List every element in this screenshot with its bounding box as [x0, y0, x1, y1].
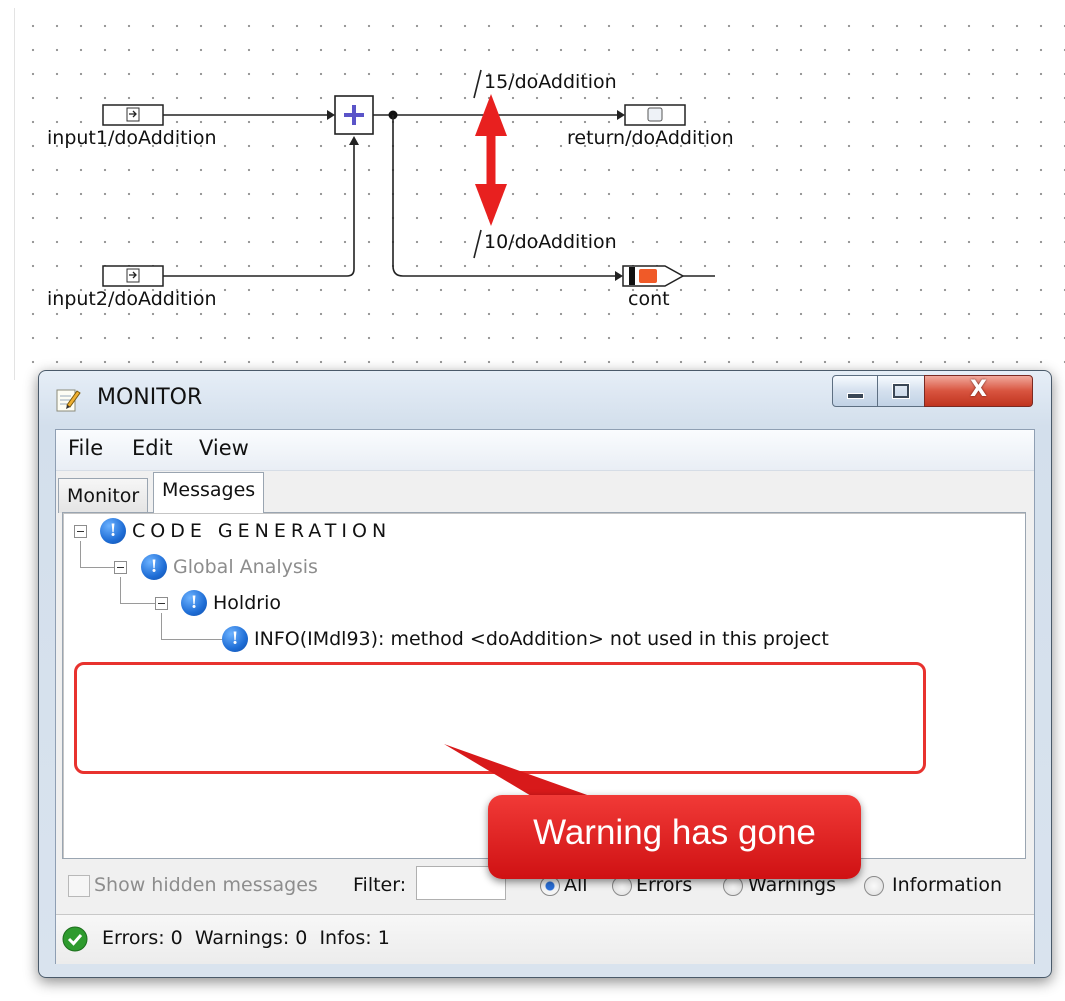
menu-edit[interactable]: Edit: [132, 436, 173, 460]
radio-errors[interactable]: [612, 876, 632, 896]
collapse-toggle-holdrio[interactable]: [155, 597, 168, 610]
input1-port[interactable]: [102, 104, 164, 126]
maximize-button[interactable]: [877, 375, 925, 407]
red-double-arrow-icon: [475, 94, 507, 226]
wire-input2: [163, 143, 355, 277]
return-port[interactable]: [624, 104, 686, 126]
tree-item-global-analysis[interactable]: Global Analysis: [173, 556, 318, 578]
minimize-icon: [847, 393, 864, 399]
close-icon: X: [970, 377, 987, 402]
info-icon: !: [141, 554, 167, 580]
radio-information-label: Information: [892, 874, 1002, 896]
show-hidden-checkbox[interactable]: [68, 875, 90, 897]
menu-bar: File Edit View: [56, 430, 1034, 471]
input1-label: input1/doAddition: [47, 127, 217, 149]
check-circle-icon: [62, 926, 88, 952]
tree-item-holdrio[interactable]: Holdrio: [213, 592, 281, 614]
info-icon: !: [181, 590, 207, 616]
input2-port[interactable]: [102, 265, 164, 287]
cont-label: cont: [628, 288, 670, 310]
tab-strip: Monitor Messages: [56, 470, 1034, 513]
tree-item-code-generation[interactable]: CODE GENERATION: [132, 520, 391, 542]
cont-port[interactable]: [622, 265, 715, 287]
filter-label: Filter:: [353, 874, 407, 896]
window-title: MONITOR: [97, 385, 203, 410]
tab-monitor[interactable]: Monitor: [58, 478, 149, 513]
diagram-wiring: [102, 69, 715, 287]
tree-item-info-message[interactable]: INFO(IMdl93): method <doAddition> not us…: [254, 628, 829, 650]
maximize-icon: [893, 384, 909, 398]
menu-file[interactable]: File: [68, 436, 103, 460]
collapse-toggle-root[interactable]: [74, 525, 87, 538]
show-hidden-label: Show hidden messages: [94, 874, 318, 896]
annotation-top: 15/doAddition: [484, 71, 617, 93]
info-icon: !: [100, 518, 126, 544]
callout-text: Warning has gone: [533, 813, 816, 852]
diagram-canvas[interactable]: input1/doAddition input2/doAddition retu…: [14, 8, 1065, 380]
minimize-button[interactable]: [832, 375, 878, 407]
radio-warnings[interactable]: [723, 876, 743, 896]
status-bar: Errors: 0 Warnings: 0 Infos: 1: [56, 914, 1034, 964]
close-button[interactable]: X: [924, 375, 1033, 407]
status-text: Errors: 0 Warnings: 0 Infos: 1: [102, 927, 390, 949]
annotation-bottom: 10/doAddition: [484, 231, 617, 253]
return-label: return/doAddition: [567, 127, 734, 149]
tab-messages[interactable]: Messages: [153, 472, 265, 513]
input2-label: input2/doAddition: [47, 288, 217, 310]
collapse-toggle-global-analysis[interactable]: [114, 561, 127, 574]
menu-view[interactable]: View: [199, 436, 249, 460]
radio-information[interactable]: [864, 876, 884, 896]
warning-gone-callout: Warning has gone: [488, 795, 861, 879]
info-icon: !: [222, 626, 248, 652]
adder-block-plus-icon[interactable]: [334, 95, 374, 135]
notepad-pencil-icon: [56, 389, 81, 412]
radio-all[interactable]: [540, 876, 560, 896]
